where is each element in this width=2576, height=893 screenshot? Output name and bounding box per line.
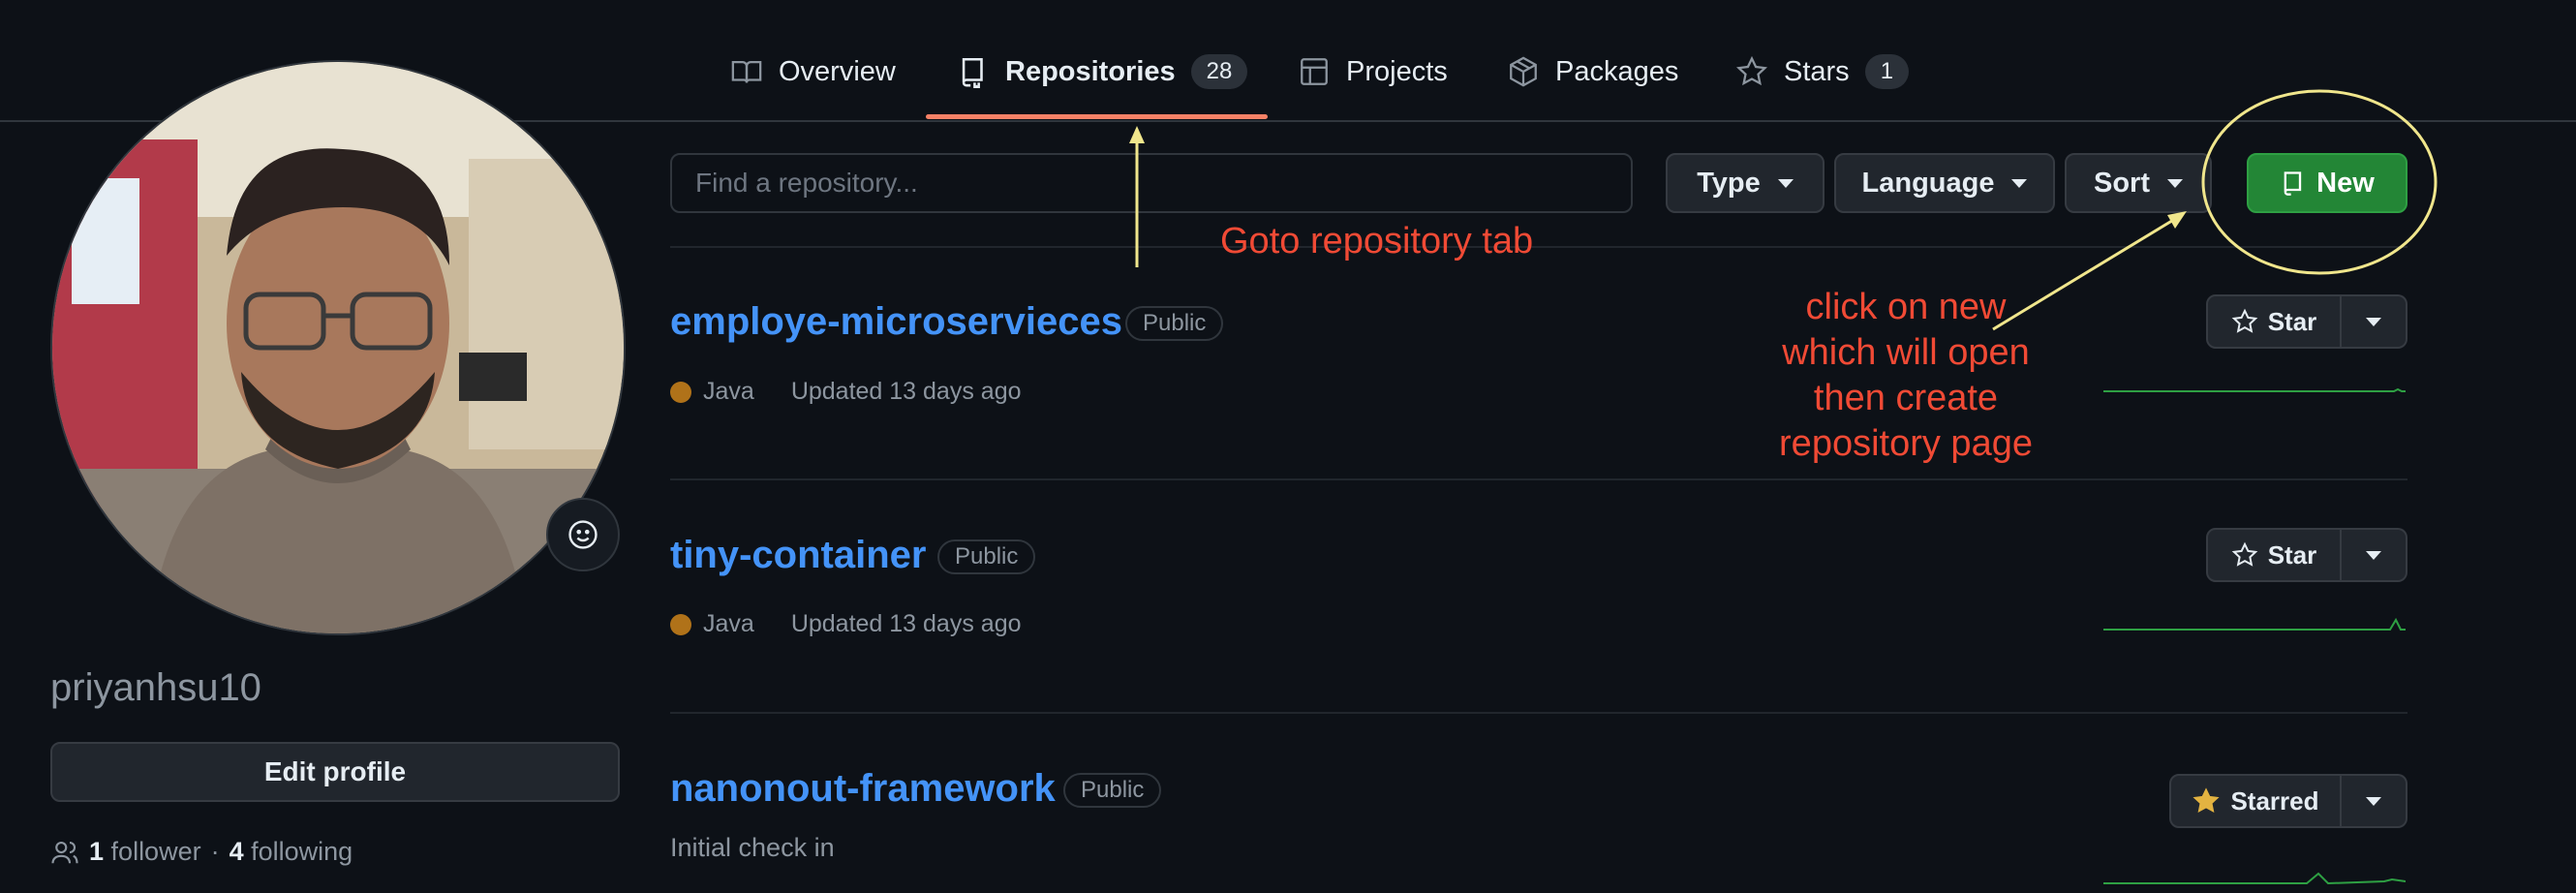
star-list-dropdown[interactable]	[2342, 774, 2407, 828]
language-color-dot	[670, 381, 691, 403]
type-filter-label: Type	[1697, 167, 1761, 199]
star-list-dropdown[interactable]	[2342, 528, 2407, 582]
repositories-count-badge: 28	[1190, 54, 1248, 89]
chevron-down-icon	[2366, 796, 2381, 806]
repo-language: Java	[703, 610, 754, 637]
avatar[interactable]	[50, 60, 626, 635]
language-color-dot	[670, 613, 691, 635]
language-filter-dropdown[interactable]: Language	[1834, 153, 2055, 213]
repo-description: Initial check in	[670, 833, 835, 862]
find-repository-input[interactable]	[670, 153, 1633, 213]
repo-meta: Java Updated 13 days ago	[670, 610, 1022, 638]
tab-stars-label: Stars	[1784, 55, 1850, 87]
annotation-line: repository page	[1779, 423, 2033, 464]
follow-separator: ·	[210, 837, 220, 866]
new-button-label: New	[2316, 167, 2375, 199]
star-icon	[1735, 55, 1768, 86]
star-button[interactable]: Star	[2206, 294, 2342, 349]
tab-overview-label: Overview	[779, 55, 896, 87]
annotation-line: then create	[1813, 378, 1999, 418]
star-button-group: Star	[2206, 294, 2407, 349]
tab-repositories[interactable]: Repositories 28	[957, 52, 1248, 91]
following-label: following	[251, 837, 353, 866]
stars-count-badge: 1	[1864, 54, 1910, 89]
sort-label: Sort	[2094, 167, 2150, 199]
visibility-badge: Public	[1125, 306, 1224, 341]
star-icon	[2231, 308, 2258, 333]
following-link[interactable]: 4 following	[230, 837, 353, 867]
divider	[670, 712, 2407, 714]
starred-button[interactable]: Starred	[2169, 774, 2342, 828]
tab-overview[interactable]: Overview	[730, 52, 896, 91]
tab-packages-label: Packages	[1555, 55, 1679, 87]
star-filled-icon	[2193, 787, 2221, 814]
package-icon	[1510, 56, 1537, 87]
annotation-click-new: click on new which will open then create…	[1763, 285, 2049, 467]
chevron-down-icon	[2366, 550, 2381, 560]
star-icon	[2231, 541, 2258, 567]
follow-stats: 1 follower · 4 following	[50, 837, 353, 867]
language-filter-label: Language	[1861, 167, 1995, 199]
tab-stars[interactable]: Stars 1	[1735, 52, 1910, 91]
tab-repositories-label: Repositories	[1005, 55, 1176, 87]
chevron-down-icon	[2366, 317, 2381, 326]
annotation-goto-tab: Goto repository tab	[1220, 221, 1534, 262]
smiley-icon	[568, 520, 598, 549]
edit-profile-button[interactable]: Edit profile	[50, 742, 620, 802]
divider	[670, 246, 2407, 248]
table-icon	[1301, 58, 1328, 85]
star-label: Star	[2267, 539, 2317, 570]
star-list-dropdown[interactable]	[2342, 294, 2407, 349]
following-count: 4	[229, 837, 244, 866]
activity-sparkline	[2103, 387, 2406, 392]
followers-link[interactable]: 1 follower	[89, 837, 201, 867]
followers-count: 1	[89, 837, 105, 866]
star-label: Star	[2267, 306, 2317, 336]
repo-name-link[interactable]: nanonout-framework	[670, 767, 1056, 811]
chevron-down-icon	[2011, 178, 2028, 188]
visibility-badge: Public	[1063, 773, 1162, 808]
star-button-group: Star	[2206, 528, 2407, 582]
type-filter-dropdown[interactable]: Type	[1666, 153, 1825, 213]
repo-language: Java	[703, 378, 754, 405]
starred-label: Starred	[2230, 785, 2319, 816]
followers-label: follower	[110, 837, 201, 866]
book-icon	[731, 60, 762, 83]
active-tab-underline	[926, 114, 1268, 119]
annotation-line: which will open	[1782, 332, 2030, 373]
tab-projects-label: Projects	[1346, 55, 1448, 87]
star-button[interactable]: Star	[2206, 528, 2342, 582]
profile-username: priyanhsu10	[50, 666, 261, 709]
annotation-line: click on new	[1805, 287, 2007, 327]
repo-updated: Updated 13 days ago	[790, 378, 1022, 405]
star-button-group: Starred	[2169, 774, 2407, 828]
tab-projects[interactable]: Projects	[1298, 52, 1448, 91]
repo-updated: Updated 13 days ago	[790, 610, 1022, 637]
avatar-photo	[52, 62, 624, 633]
people-icon	[51, 841, 78, 863]
visibility-badge: Public	[937, 539, 1036, 574]
repo-name-link[interactable]: employe-microservieces	[670, 300, 1122, 344]
set-status-button[interactable]	[546, 498, 620, 571]
chevron-down-icon	[1777, 178, 1794, 188]
new-repository-button[interactable]: New	[2247, 153, 2407, 213]
sort-dropdown[interactable]: Sort	[2065, 153, 2212, 213]
divider	[670, 478, 2407, 480]
repo-meta: Java Updated 13 days ago	[670, 378, 1022, 406]
activity-sparkline	[2103, 617, 2406, 631]
repo-icon	[962, 57, 983, 88]
tab-packages[interactable]: Packages	[1507, 52, 1678, 91]
activity-sparkline	[2103, 872, 2406, 885]
repo-icon	[2284, 171, 2302, 196]
chevron-down-icon	[2167, 178, 2183, 188]
repo-name-link[interactable]: tiny-container	[670, 534, 926, 577]
